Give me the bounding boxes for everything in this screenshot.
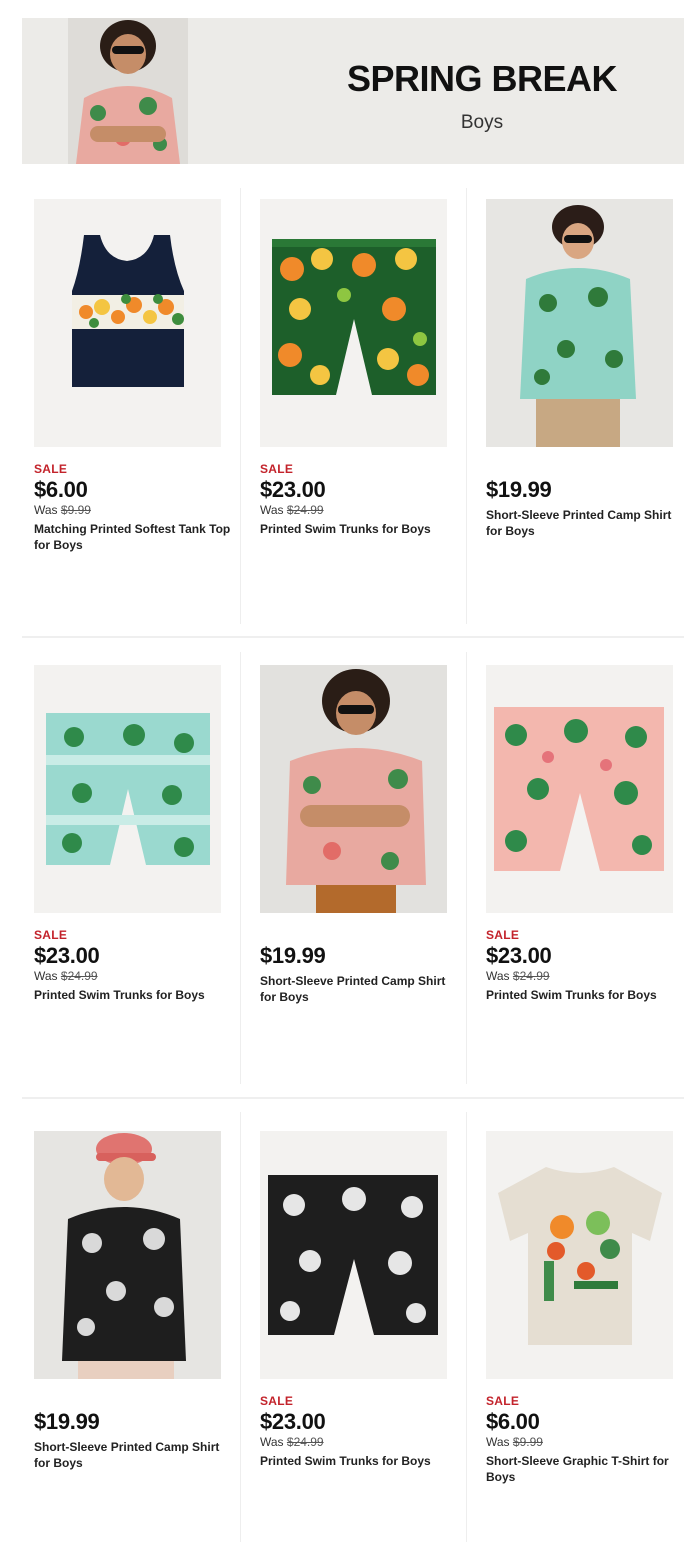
column-divider <box>240 652 241 1084</box>
column-divider <box>240 1112 241 1542</box>
boy-palm-camp-shirt-icon[interactable] <box>486 199 673 447</box>
product-price: $23.00 <box>486 943 552 968</box>
product-price: $19.99 <box>260 943 326 968</box>
column-divider <box>466 652 467 1084</box>
navy-tank-top-icon[interactable] <box>34 199 221 447</box>
sale-label: SALE <box>486 1394 520 1408</box>
product-name[interactable]: Printed Swim Trunks for Boys <box>260 521 460 537</box>
black-leaf-swim-trunks-icon[interactable] <box>260 1131 447 1379</box>
was-price: Was $24.99 <box>486 969 550 983</box>
sale-label <box>260 927 460 943</box>
product-name[interactable]: Short-Sleeve Printed Camp Shirt for Boys <box>486 507 686 539</box>
product-price: $19.99 <box>486 477 552 502</box>
sale-label <box>486 461 686 477</box>
product-name[interactable]: Matching Printed Softest Tank Top for Bo… <box>34 521 234 553</box>
product-name[interactable]: Printed Swim Trunks for Boys <box>34 987 234 1003</box>
sale-label <box>34 1393 234 1409</box>
sale-label: SALE <box>486 928 520 942</box>
product-name[interactable]: Printed Swim Trunks for Boys <box>486 987 686 1003</box>
sale-label: SALE <box>34 928 68 942</box>
column-divider <box>240 188 241 624</box>
boy-black-leaf-shirt-icon[interactable] <box>34 1131 221 1379</box>
column-divider <box>466 188 467 624</box>
banner-photo-icon <box>68 18 188 164</box>
banner-title: SPRING BREAK <box>346 58 618 99</box>
sale-label: SALE <box>260 1394 294 1408</box>
sale-label: SALE <box>260 462 294 476</box>
citrus-swim-trunks-icon[interactable] <box>260 199 447 447</box>
spring-break-banner[interactable]: SPRING BREAK Boys <box>22 18 684 164</box>
product-price: $19.99 <box>34 1409 100 1434</box>
product-name[interactable]: Short-Sleeve Graphic T-Shirt for Boys <box>486 1453 686 1485</box>
flamingo-swim-trunks-icon[interactable] <box>486 665 673 913</box>
banner-subtitle: Boys <box>460 112 504 133</box>
product-price: $23.00 <box>34 943 100 968</box>
was-price: Was $24.99 <box>260 1435 324 1449</box>
was-price: Was $9.99 <box>34 503 91 517</box>
product-name[interactable]: Short-Sleeve Printed Camp Shirt for Boys <box>34 1439 234 1471</box>
product-price: $6.00 <box>486 1409 540 1434</box>
sale-label: SALE <box>34 462 68 476</box>
product-price: $6.00 <box>34 477 88 502</box>
was-price: Was $9.99 <box>486 1435 543 1449</box>
column-divider <box>466 1112 467 1542</box>
product-price: $23.00 <box>260 1409 326 1434</box>
graphic-t-shirt-icon[interactable] <box>486 1131 673 1379</box>
row-divider <box>22 636 684 638</box>
product-price: $23.00 <box>260 477 326 502</box>
product-name[interactable]: Printed Swim Trunks for Boys <box>260 1453 460 1469</box>
was-price: Was $24.99 <box>260 503 324 517</box>
palm-swim-trunks-icon[interactable] <box>34 665 221 913</box>
was-price: Was $24.99 <box>34 969 98 983</box>
product-name[interactable]: Short-Sleeve Printed Camp Shirt for Boys <box>260 973 460 1005</box>
boy-floral-camp-shirt-icon[interactable] <box>260 665 447 913</box>
row-divider <box>22 1097 684 1099</box>
